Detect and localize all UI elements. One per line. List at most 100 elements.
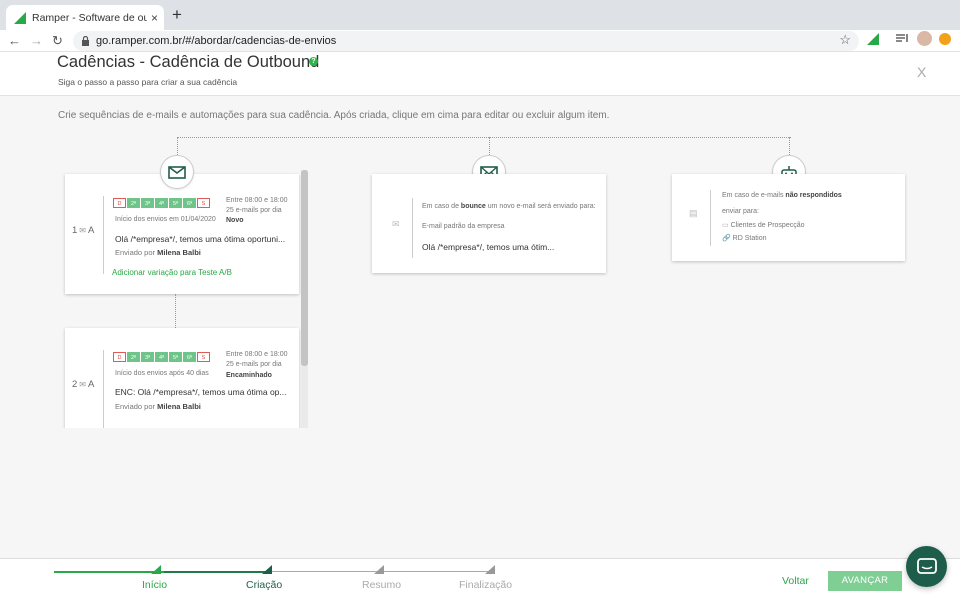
email-steps-column[interactable]: 1 ✉ A D 2ª 3ª 4ª 5ª 6ª S Início dos envi… <box>60 160 310 428</box>
day-thursday[interactable]: 5ª <box>169 198 182 208</box>
email-subject: Olá /*empresa*/, temos uma ótima oportun… <box>115 234 286 244</box>
email-step-card[interactable]: 2 ✉ A D 2ª 3ª 4ª 5ª 6ª S Início dos envi… <box>65 328 299 428</box>
wizard-step-finalizacao[interactable]: Finalização <box>459 579 512 591</box>
step-number: 1 ✉ A <box>72 225 95 236</box>
day-wednesday[interactable]: 4ª <box>155 352 168 362</box>
link-icon: 🔗 <box>722 235 731 242</box>
email-subject: ENC: Olá /*empresa*/, temos uma ótima op… <box>115 387 287 397</box>
day-sunday[interactable]: D <box>113 198 126 208</box>
wizard-footer: Início Criação Resumo Finalização Voltar… <box>0 558 960 600</box>
page-description: Crie sequências de e-mails e automações … <box>58 110 610 121</box>
connector-line <box>789 137 790 157</box>
bounce-source: E-mail padrão da empresa <box>422 223 505 230</box>
day-friday[interactable]: 6ª <box>183 352 196 362</box>
ramper-extension-icon[interactable] <box>867 33 879 45</box>
start-info: Início dos envios após 40 dias <box>115 370 209 377</box>
browser-tab[interactable]: Ramper - Software de outbound × <box>6 5 164 30</box>
day-tuesday[interactable]: 3ª <box>141 352 154 362</box>
browser-tab-bar: Ramper - Software de outbound × + <box>0 0 960 30</box>
envelope-icon: ✉ <box>392 219 400 229</box>
list-icon: ▤ <box>689 208 698 218</box>
back-arrow-icon[interactable]: ← <box>8 32 21 50</box>
emails-per-day: 25 e-mails por dia <box>226 207 282 214</box>
app-header: Cadências - Cadência de Outbound ? Siga … <box>0 52 960 96</box>
sent-by: Enviado por Milena Balbi <box>115 402 201 411</box>
connector-line <box>489 137 490 157</box>
step-marker-icon <box>262 565 272 574</box>
page-subtitle: Siga o passo a passo para criar a sua ca… <box>58 77 238 87</box>
day-saturday[interactable]: S <box>197 198 210 208</box>
wizard-step-criacao[interactable]: Criação <box>246 579 282 591</box>
help-icon[interactable]: ? <box>309 57 318 66</box>
playlist-extension-icon[interactable] <box>896 33 909 45</box>
day-monday[interactable]: 2ª <box>127 352 140 362</box>
wizard-step-resumo[interactable]: Resumo <box>362 579 401 591</box>
step-status: Encaminhado <box>226 372 272 379</box>
divider <box>103 196 104 274</box>
divider <box>103 350 104 428</box>
browser-toolbar: ← → ↻ go.ramper.com.br/#/abordar/cadenci… <box>0 30 960 52</box>
step-marker-icon <box>485 565 495 574</box>
chat-button[interactable] <box>906 546 947 587</box>
tab-close-icon[interactable]: × <box>151 11 158 25</box>
day-thursday[interactable]: 5ª <box>169 352 182 362</box>
bounce-card[interactable]: ✉ Em caso de bounce um novo e-mail será … <box>372 174 606 273</box>
divider <box>412 198 413 258</box>
folder-icon: ▭ <box>722 222 729 229</box>
chat-icon <box>916 557 937 574</box>
weekday-selector[interactable]: D 2ª 3ª 4ª 5ª 6ª S <box>113 198 210 208</box>
back-button[interactable]: Voltar <box>782 575 809 587</box>
day-friday[interactable]: 6ª <box>183 198 196 208</box>
page-title: Cadências - Cadência de Outbound <box>57 53 320 71</box>
send-to-label: enviar para: <box>722 208 759 215</box>
profile-avatar[interactable] <box>917 31 932 46</box>
progress-segment <box>164 571 271 573</box>
day-sunday[interactable]: D <box>113 352 126 362</box>
connector-line <box>177 137 791 138</box>
send-window: Entre 08:00 e 18:00 <box>226 351 288 358</box>
step-marker-icon <box>374 565 384 574</box>
url-text: go.ramper.com.br/#/abordar/cadencias-de-… <box>96 35 337 47</box>
reload-icon[interactable]: ↻ <box>52 32 63 50</box>
no-reply-description: Em caso de e-mails não respondidos <box>722 192 842 199</box>
bookmark-star-icon[interactable]: ☆ <box>839 32 851 48</box>
connector-line <box>177 137 178 157</box>
start-info: Início dos envios em 01/04/2020 <box>115 216 216 223</box>
tab-title: Ramper - Software de outbound <box>32 11 147 24</box>
emails-per-day: 25 e-mails por dia <box>226 361 282 368</box>
sent-by: Enviado por Milena Balbi <box>115 248 201 257</box>
email-step-card[interactable]: 1 ✉ A D 2ª 3ª 4ª 5ª 6ª S Início dos envi… <box>65 174 299 294</box>
integration-target: 🔗 RD Station <box>722 235 767 242</box>
add-ab-variation-link[interactable]: Adicionar variação para Teste A/B <box>112 268 232 277</box>
progress-segment <box>54 571 164 573</box>
bounce-description: Em caso de bounce um novo e-mail será en… <box>422 203 596 210</box>
ramper-logo-icon <box>14 11 26 24</box>
folder-target: ▭ Clientes de Prospecção <box>722 222 805 229</box>
next-button[interactable]: AVANÇAR <box>828 571 902 591</box>
lock-icon <box>82 36 89 46</box>
step-marker-icon <box>151 565 161 574</box>
day-tuesday[interactable]: 3ª <box>141 198 154 208</box>
step-status: Novo <box>226 217 244 224</box>
bounce-email-subject: Olá /*empresa*/, temos uma ótim... <box>422 242 555 252</box>
email-step-badge <box>160 155 194 189</box>
divider <box>710 190 711 246</box>
wizard-step-inicio[interactable]: Início <box>142 579 167 591</box>
close-button[interactable]: X <box>917 64 926 80</box>
no-reply-card[interactable]: ▤ Em caso de e-mails não respondidos env… <box>672 174 905 261</box>
weekday-selector[interactable]: D 2ª 3ª 4ª 5ª 6ª S <box>113 352 210 362</box>
forward-arrow-icon[interactable]: → <box>30 32 43 50</box>
connector-line <box>175 294 176 328</box>
new-tab-button[interactable]: + <box>172 5 182 25</box>
envelope-icon: ✉ <box>79 226 86 235</box>
envelope-icon <box>168 165 186 179</box>
extension-badge-icon[interactable] <box>939 33 951 45</box>
scrollbar[interactable] <box>301 170 308 428</box>
scrollbar-thumb[interactable] <box>301 170 308 366</box>
address-bar[interactable]: go.ramper.com.br/#/abordar/cadencias-de-… <box>73 31 859 51</box>
day-monday[interactable]: 2ª <box>127 198 140 208</box>
envelope-icon: ✉ <box>79 380 86 389</box>
day-wednesday[interactable]: 4ª <box>155 198 168 208</box>
send-window: Entre 08:00 e 18:00 <box>226 197 288 204</box>
day-saturday[interactable]: S <box>197 352 210 362</box>
